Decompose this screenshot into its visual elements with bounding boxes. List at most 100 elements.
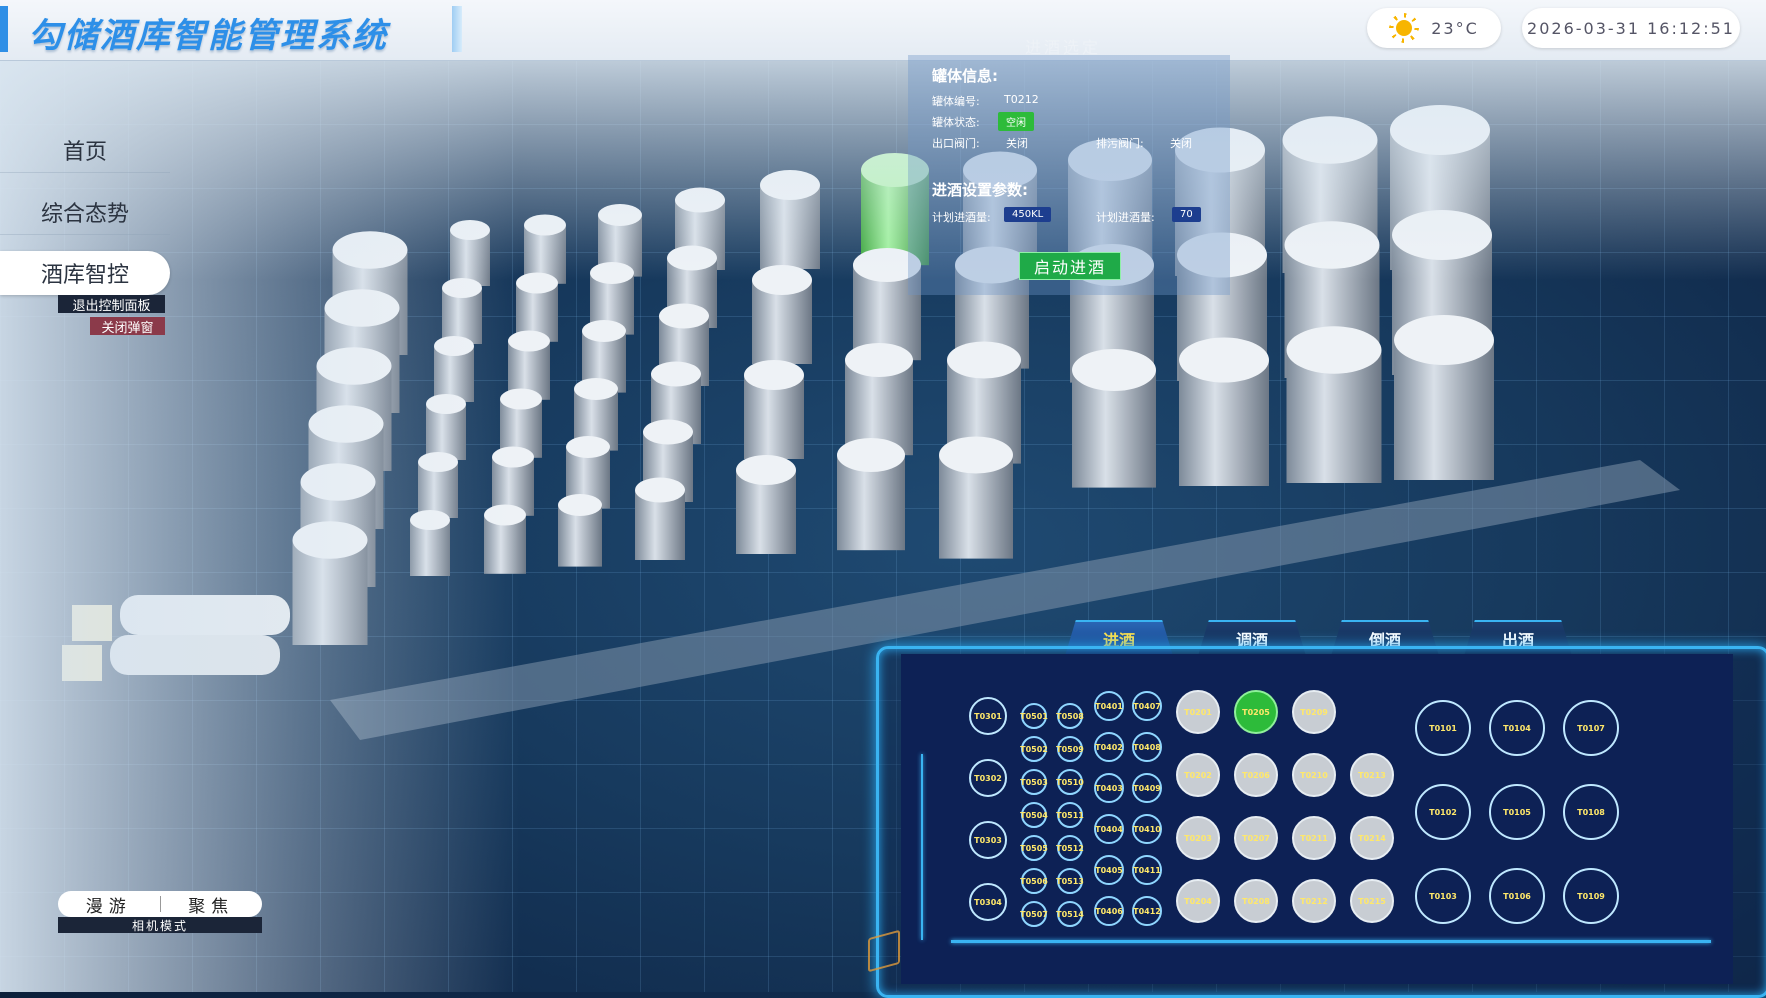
sun-icon xyxy=(1389,13,1419,43)
schematic-tank-t0406[interactable]: T0406 xyxy=(1094,896,1124,926)
tank-no-value: T0212 xyxy=(1004,93,1039,106)
schematic-tank-t0103[interactable]: T0103 xyxy=(1415,868,1471,924)
plan-volume-label: 计划进酒量: xyxy=(932,211,991,224)
schematic-tank-t0512[interactable]: T0512 xyxy=(1056,835,1084,861)
schematic-tank-t0104[interactable]: T0104 xyxy=(1489,700,1545,756)
schematic-tank-t0108[interactable]: T0108 xyxy=(1563,784,1619,840)
tank-schematic-panel: T0301 T0302 T0303 T0304 T0501 T0502 T0503 T0504… xyxy=(901,654,1733,984)
schematic-tank-t0208[interactable]: T0208 xyxy=(1234,879,1278,923)
nav-overview-label: 综合态势 xyxy=(40,202,129,227)
schematic-tank-t0514[interactable]: T0514 xyxy=(1056,901,1084,927)
outlet-valve-value: 关闭 xyxy=(1006,137,1028,150)
tank-status-label: 罐体状态: xyxy=(932,116,980,129)
drain-valve-value: 关闭 xyxy=(1170,137,1192,150)
schematic-tank-t0501[interactable]: T0501 xyxy=(1020,703,1048,729)
schematic-tank-t0201[interactable]: T0201 xyxy=(1176,690,1220,734)
scene-tank xyxy=(1179,337,1269,486)
schematic-tank-t0212[interactable]: T0212 xyxy=(1292,879,1336,923)
schematic-tank-t0101[interactable]: T0101 xyxy=(1415,700,1471,756)
schematic-tank-t0509[interactable]: T0509 xyxy=(1056,736,1084,762)
nav-home-label: 首页 xyxy=(62,140,107,165)
schematic-tank-t0206[interactable]: T0206 xyxy=(1234,753,1278,797)
schematic-tank-t0506[interactable]: T0506 xyxy=(1020,868,1048,894)
inlet-pipe xyxy=(921,754,923,940)
scene-tank xyxy=(845,343,913,456)
schematic-tank-t0213[interactable]: T0213 xyxy=(1350,753,1394,797)
header-accent-bar xyxy=(0,6,8,52)
schematic-tank-t0202[interactable]: T0202 xyxy=(1176,753,1220,797)
schematic-tank-t0505[interactable]: T0505 xyxy=(1020,835,1048,861)
scene-tank xyxy=(635,477,685,560)
tank-no-label: 罐体编号: xyxy=(932,95,980,108)
scene-tank xyxy=(736,455,796,554)
datetime-widget: 2026-03-31 16:12:51 xyxy=(1522,8,1740,48)
app-header: 勾储酒库智能管理系统 23°C 2026-03-31 16:12:51 xyxy=(0,0,1766,61)
schematic-tank-t0407[interactable]: T0407 xyxy=(1132,691,1162,721)
schematic-tank-t0411[interactable]: T0411 xyxy=(1132,855,1162,885)
schematic-tank-t0205[interactable]: T0205 xyxy=(1234,690,1278,734)
scene-tank xyxy=(558,494,602,567)
schematic-tank-t0106[interactable]: T0106 xyxy=(1489,868,1545,924)
schematic-tank-t0304[interactable]: T0304 xyxy=(969,883,1007,921)
main-pipe xyxy=(951,940,1711,943)
schematic-tank-t0215[interactable]: T0215 xyxy=(1350,879,1394,923)
schematic-tank-t0503[interactable]: T0503 xyxy=(1020,769,1048,795)
schematic-tank-t0302[interactable]: T0302 xyxy=(969,759,1007,797)
nav-home[interactable]: 首页 xyxy=(0,128,170,173)
camera-focus-button[interactable]: 聚焦 xyxy=(161,891,263,917)
temperature: 23°C xyxy=(1431,18,1479,38)
schematic-tank-t0107[interactable]: T0107 xyxy=(1563,700,1619,756)
schematic-tank-t0207[interactable]: T0207 xyxy=(1234,816,1278,860)
plan-volume2-input[interactable]: 70 xyxy=(1172,207,1201,222)
schematic-tank-t0401[interactable]: T0401 xyxy=(1094,691,1124,721)
camera-roam-button[interactable]: 漫游 xyxy=(58,891,160,917)
schematic-tank-t0510[interactable]: T0510 xyxy=(1056,769,1084,795)
schematic-tank-t0508[interactable]: T0508 xyxy=(1056,703,1084,729)
schematic-tank-t0412[interactable]: T0412 xyxy=(1132,896,1162,926)
schematic-tank-t0404[interactable]: T0404 xyxy=(1094,814,1124,844)
schematic-tank-t0303[interactable]: T0303 xyxy=(969,821,1007,859)
schematic-tank-t0209[interactable]: T0209 xyxy=(1292,690,1336,734)
schematic-tank-t0408[interactable]: T0408 xyxy=(1132,732,1162,762)
app-title: 勾储酒库智能管理系统 xyxy=(28,16,388,56)
start-intake-button[interactable]: 启动进酒 xyxy=(1019,252,1121,280)
schematic-tank-t0502[interactable]: T0502 xyxy=(1020,736,1048,762)
schematic-tank-t0210[interactable]: T0210 xyxy=(1292,753,1336,797)
nav-warehouse-control[interactable]: 酒库智控 xyxy=(0,251,170,295)
exit-control-panel-button[interactable]: 退出控制面板 xyxy=(58,295,165,314)
schematic-tank-t0511[interactable]: T0511 xyxy=(1056,802,1084,828)
header-title-end-bar xyxy=(452,6,462,52)
schematic-tank-t0513[interactable]: T0513 xyxy=(1056,868,1084,894)
schematic-tank-t0204[interactable]: T0204 xyxy=(1176,879,1220,923)
scene-tank xyxy=(1072,349,1156,488)
scene-tank xyxy=(1286,326,1382,483)
nav-warehouse-control-label: 酒库智控 xyxy=(40,263,129,288)
schematic-tank-t0211[interactable]: T0211 xyxy=(1292,816,1336,860)
schematic-tank-t0301[interactable]: T0301 xyxy=(969,697,1007,735)
scene-tank xyxy=(939,436,1013,559)
schematic-tank-t0405[interactable]: T0405 xyxy=(1094,855,1124,885)
outlet-valve-label: 出口阀门: xyxy=(932,137,980,150)
schematic-tank-t0105[interactable]: T0105 xyxy=(1489,784,1545,840)
scene-tank xyxy=(1394,315,1494,480)
scene-tank xyxy=(744,360,804,459)
nav-overview[interactable]: 综合态势 xyxy=(0,190,170,235)
schematic-tank-t0203[interactable]: T0203 xyxy=(1176,816,1220,860)
schematic-tank-t0214[interactable]: T0214 xyxy=(1350,816,1394,860)
schematic-tank-t0102[interactable]: T0102 xyxy=(1415,784,1471,840)
drain-valve-label: 排污阀门: xyxy=(1096,137,1144,150)
schematic-tank-t0402[interactable]: T0402 xyxy=(1094,732,1124,762)
schematic-tank-t0410[interactable]: T0410 xyxy=(1132,814,1162,844)
schematic-tank-t0409[interactable]: T0409 xyxy=(1132,773,1162,803)
schematic-tank-t0507[interactable]: T0507 xyxy=(1020,901,1048,927)
plan-volume-input[interactable]: 450KL xyxy=(1004,207,1052,222)
params-section-heading: 进酒设置参数: xyxy=(932,181,1028,199)
tank-status-badge: 空闲 xyxy=(998,112,1034,131)
schematic-tank-t0109[interactable]: T0109 xyxy=(1563,868,1619,924)
schematic-tank-t0403[interactable]: T0403 xyxy=(1094,773,1124,803)
plan-volume2-label: 计划进酒量: xyxy=(1096,211,1155,224)
camera-mode-label: 相机模式 xyxy=(58,917,262,933)
scene-tank xyxy=(837,438,905,551)
schematic-tank-t0504[interactable]: T0504 xyxy=(1020,802,1048,828)
close-popup-button[interactable]: 关闭弹窗 xyxy=(90,317,165,336)
